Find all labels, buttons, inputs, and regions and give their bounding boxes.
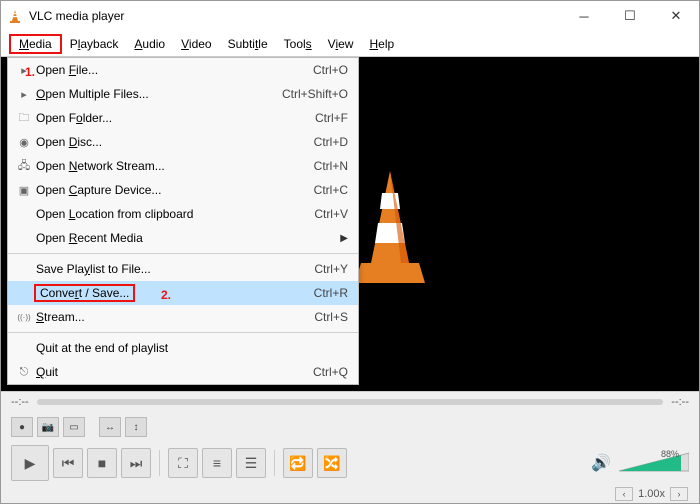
menu-item-shortcut: Ctrl+O: [313, 63, 348, 77]
menu-item[interactable]: 🗀Open Folder...Ctrl+F: [8, 106, 358, 130]
step-button[interactable]: ↕: [125, 417, 147, 437]
loop-button[interactable]: 🔁: [283, 448, 313, 478]
vlc-logo-icon: [347, 165, 433, 285]
menu-item-shortcut: Ctrl+Y: [314, 262, 348, 276]
next-button[interactable]: ⏭: [121, 448, 151, 478]
main-controls: ▶ ⏮ ■ ⏭ ⛶ ≡ ☰ 🔁 🔀 🔊 88%: [1, 442, 699, 484]
speed-up-button[interactable]: ›: [670, 487, 688, 501]
menu-separator: [8, 253, 358, 254]
menu-item-icon: 🖧: [14, 157, 34, 176]
menu-help[interactable]: Help: [361, 34, 402, 54]
menu-video[interactable]: Video: [173, 34, 219, 54]
vlc-cone-icon: [7, 8, 23, 24]
separator: [274, 450, 275, 476]
time-total: --:--: [671, 396, 689, 408]
annotation-2: 2.: [161, 288, 171, 302]
status-bar: ‹ 1.00x ›: [1, 484, 699, 504]
extended-settings-button[interactable]: ≡: [202, 448, 232, 478]
window-title: VLC media player: [29, 9, 561, 23]
menu-item-icon: ◉: [14, 136, 34, 149]
menu-item-icon: ▸: [14, 88, 34, 101]
menu-audio[interactable]: Audio: [126, 34, 173, 54]
playlist-button[interactable]: ☰: [236, 448, 266, 478]
menu-item-label: Quit at the end of playlist: [34, 341, 348, 355]
menu-item-shortcut: Ctrl+C: [314, 183, 348, 197]
menu-item[interactable]: Convert / Save... Ctrl+R: [8, 281, 358, 305]
menu-item-shortcut: Ctrl+N: [314, 159, 348, 173]
seek-slider[interactable]: [37, 399, 664, 405]
volume-percent: 88%: [661, 449, 679, 459]
menu-item[interactable]: Open Recent Media▶: [8, 226, 358, 250]
annotation-1: 1.: [25, 65, 35, 79]
close-button[interactable]: ✕: [653, 1, 699, 31]
menu-item-label: Open Folder...: [34, 111, 315, 125]
menu-item-label: Open Location from clipboard: [34, 207, 314, 221]
titlebar: VLC media player ─ ☐ ✕: [1, 1, 699, 31]
menu-item[interactable]: Open Location from clipboardCtrl+V: [8, 202, 358, 226]
menu-item[interactable]: Quit at the end of playlist: [8, 336, 358, 360]
menu-item-label: Stream...: [34, 310, 314, 324]
speed-down-button[interactable]: ‹: [615, 487, 633, 501]
fullscreen-button[interactable]: ⛶: [168, 448, 198, 478]
play-button[interactable]: ▶: [11, 445, 49, 481]
menu-media[interactable]: Media: [9, 34, 62, 54]
menu-item[interactable]: ⎋QuitCtrl+Q: [8, 360, 358, 384]
menu-item-label: Open Recent Media: [34, 231, 348, 245]
menu-item-icon: ▣: [14, 184, 34, 197]
menu-item[interactable]: ▸Open Multiple Files...Ctrl+Shift+O: [8, 82, 358, 106]
stop-button[interactable]: ■: [87, 448, 117, 478]
menu-item-shortcut: Ctrl+Shift+O: [282, 87, 348, 101]
menu-item[interactable]: ((·))Stream...Ctrl+S: [8, 305, 358, 329]
menu-item[interactable]: ▸Open File...Ctrl+O: [8, 58, 358, 82]
seek-row: --:-- --:--: [1, 392, 699, 412]
previous-button[interactable]: ⏮: [53, 448, 83, 478]
menu-item[interactable]: 🖧Open Network Stream...Ctrl+N: [8, 154, 358, 178]
menu-item[interactable]: ◉Open Disc...Ctrl+D: [8, 130, 358, 154]
menu-separator: [8, 332, 358, 333]
submenu-arrow-icon: ▶: [340, 233, 348, 244]
control-panel: --:-- --:-- ● 📷 ▭ ↔ ↕ ▶ ⏮ ■ ⏭ ⛶ ≡ ☰ 🔁 🔀 …: [1, 391, 699, 503]
menubar: Media Playback Audio Video Subtitle Tool…: [1, 31, 699, 57]
window-controls: ─ ☐ ✕: [561, 1, 699, 31]
menu-item-label: Save Playlist to File...: [34, 262, 314, 276]
menu-item-icon: ((·)): [14, 313, 34, 322]
menu-item-icon: ⎋: [14, 366, 34, 379]
separator: [159, 450, 160, 476]
playback-speed: 1.00x: [638, 488, 665, 500]
menu-item-icon: 🗀: [14, 109, 34, 128]
media-menu-dropdown: ▸Open File...Ctrl+O▸Open Multiple Files.…: [7, 57, 359, 385]
menu-item-shortcut: Ctrl+F: [315, 111, 348, 125]
menu-item-shortcut: Ctrl+D: [314, 135, 348, 149]
menu-item-label: Open File...: [34, 63, 313, 77]
vlc-window: VLC media player ─ ☐ ✕ Media Playback Au…: [0, 0, 700, 504]
minimize-button[interactable]: ─: [561, 1, 607, 31]
menu-tools[interactable]: Tools: [276, 34, 320, 54]
snapshot-button[interactable]: 📷: [37, 417, 59, 437]
menu-item-shortcut: Ctrl+V: [314, 207, 348, 221]
menu-item-label: Convert / Save...: [34, 284, 135, 302]
menu-item[interactable]: ▣Open Capture Device...Ctrl+C: [8, 178, 358, 202]
menu-item-label: Open Disc...: [34, 135, 314, 149]
volume-slider[interactable]: 88%: [619, 451, 689, 475]
menu-item-shortcut: Ctrl+Q: [313, 365, 348, 379]
menu-item-label: Open Network Stream...: [34, 159, 314, 173]
frame-button[interactable]: ▭: [63, 417, 85, 437]
maximize-button[interactable]: ☐: [607, 1, 653, 31]
shuffle-button[interactable]: 🔀: [317, 448, 347, 478]
menu-subtitle[interactable]: Subtitle: [220, 34, 276, 54]
menu-item-label: Open Capture Device...: [34, 183, 314, 197]
menu-item-shortcut: Ctrl+S: [314, 310, 348, 324]
menu-item-label: Quit: [34, 365, 313, 379]
record-button[interactable]: ●: [11, 417, 33, 437]
menu-item-shortcut: Ctrl+R: [314, 286, 348, 300]
menu-item[interactable]: Save Playlist to File...Ctrl+Y: [8, 257, 358, 281]
menu-playback[interactable]: Playback: [62, 34, 127, 54]
menu-view[interactable]: View: [320, 34, 362, 54]
ab-loop-button[interactable]: ↔: [99, 417, 121, 437]
menu-item-label: Open Multiple Files...: [34, 87, 282, 101]
advanced-toolbar: ● 📷 ▭ ↔ ↕: [1, 412, 699, 442]
time-elapsed: --:--: [11, 396, 29, 408]
volume-icon[interactable]: 🔊: [591, 453, 611, 473]
